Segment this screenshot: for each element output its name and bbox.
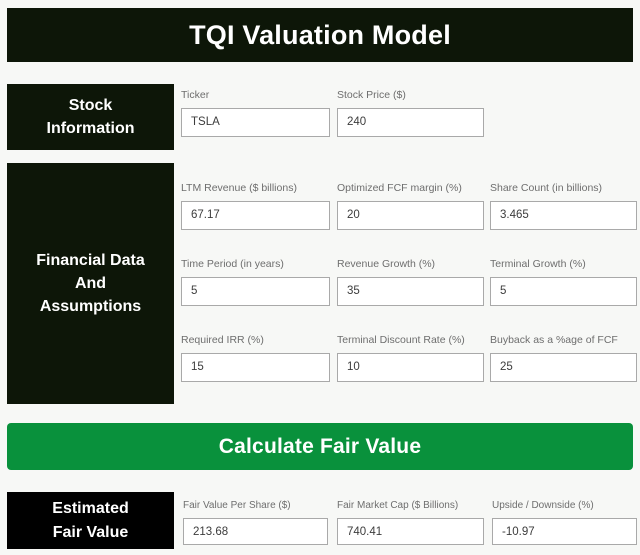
field-label-fair-value-per-share: Fair Value Per Share ($) <box>183 500 291 511</box>
stock-price-input[interactable] <box>337 107 484 137</box>
field-label-ltm-revenue: LTM Revenue ($ billions) <box>181 182 297 194</box>
field-label-time-period: Time Period (in years) <box>181 258 284 270</box>
field-required-irr: Required IRR (%) <box>181 335 330 382</box>
terminal-growth-input[interactable] <box>490 276 637 306</box>
fair-market-cap-output[interactable] <box>337 518 484 545</box>
field-label-buyback-percentage: Buyback as a %age of FCF <box>490 334 618 346</box>
section-label-estimated-fair-value: Estimated Fair Value <box>7 492 174 549</box>
field-label-optimized-fcf-margin: Optimized FCF margin (%) <box>337 182 462 194</box>
field-label-upside-downside: Upside / Downside (%) <box>492 500 594 511</box>
section-label-stock-information: Stock Information <box>7 84 174 150</box>
buyback-percentage-input[interactable] <box>490 352 637 382</box>
required-irr-input[interactable] <box>181 352 330 382</box>
app-title-bar: TQI Valuation Model <box>7 8 633 62</box>
field-ticker: Ticker <box>181 90 330 137</box>
field-time-period: Time Period (in years) <box>181 259 330 306</box>
field-fair-value-per-share: Fair Value Per Share ($) <box>183 501 328 545</box>
upside-downside-output[interactable] <box>492 518 637 545</box>
field-revenue-growth: Revenue Growth (%) <box>337 259 484 306</box>
field-share-count: Share Count (in billions) <box>490 183 637 230</box>
field-label-share-count: Share Count (in billions) <box>490 182 603 194</box>
field-label-revenue-growth: Revenue Growth (%) <box>337 258 436 270</box>
section-label-text: Estimated Fair Value <box>52 500 129 541</box>
field-ltm-revenue: LTM Revenue ($ billions) <box>181 183 330 230</box>
field-label-ticker: Ticker <box>181 89 210 101</box>
time-period-input[interactable] <box>181 276 330 306</box>
field-buyback-percentage: Buyback as a %age of FCF <box>490 335 637 382</box>
field-label-required-irr: Required IRR (%) <box>181 334 264 346</box>
share-count-input[interactable] <box>490 200 637 230</box>
optimized-fcf-margin-input[interactable] <box>337 200 484 230</box>
field-terminal-discount-rate: Terminal Discount Rate (%) <box>337 335 484 382</box>
revenue-growth-input[interactable] <box>337 276 484 306</box>
terminal-discount-rate-input[interactable] <box>337 352 484 382</box>
field-fair-market-cap: Fair Market Cap ($ Billions) <box>337 501 484 545</box>
field-optimized-fcf-margin: Optimized FCF margin (%) <box>337 183 484 230</box>
field-label-terminal-discount-rate: Terminal Discount Rate (%) <box>337 334 465 346</box>
section-label-text: Financial Data And Assumptions <box>36 251 145 316</box>
section-label-financial-data: Financial Data And Assumptions <box>7 163 174 404</box>
calculate-fair-value-button[interactable]: Calculate Fair Value <box>7 423 633 470</box>
field-label-fair-market-cap: Fair Market Cap ($ Billions) <box>337 500 459 511</box>
valuation-model-app: TQI Valuation Model Stock Information Ti… <box>0 0 640 555</box>
field-label-terminal-growth: Terminal Growth (%) <box>490 258 586 270</box>
field-label-stock-price: Stock Price ($) <box>337 89 406 101</box>
field-terminal-growth: Terminal Growth (%) <box>490 259 637 306</box>
ltm-revenue-input[interactable] <box>181 200 330 230</box>
page-title: TQI Valuation Model <box>189 19 451 50</box>
fair-value-per-share-output[interactable] <box>183 518 328 545</box>
section-label-text: Stock Information <box>46 96 135 137</box>
field-stock-price: Stock Price ($) <box>337 90 484 137</box>
ticker-input[interactable] <box>181 107 330 137</box>
field-upside-downside: Upside / Downside (%) <box>492 501 637 545</box>
